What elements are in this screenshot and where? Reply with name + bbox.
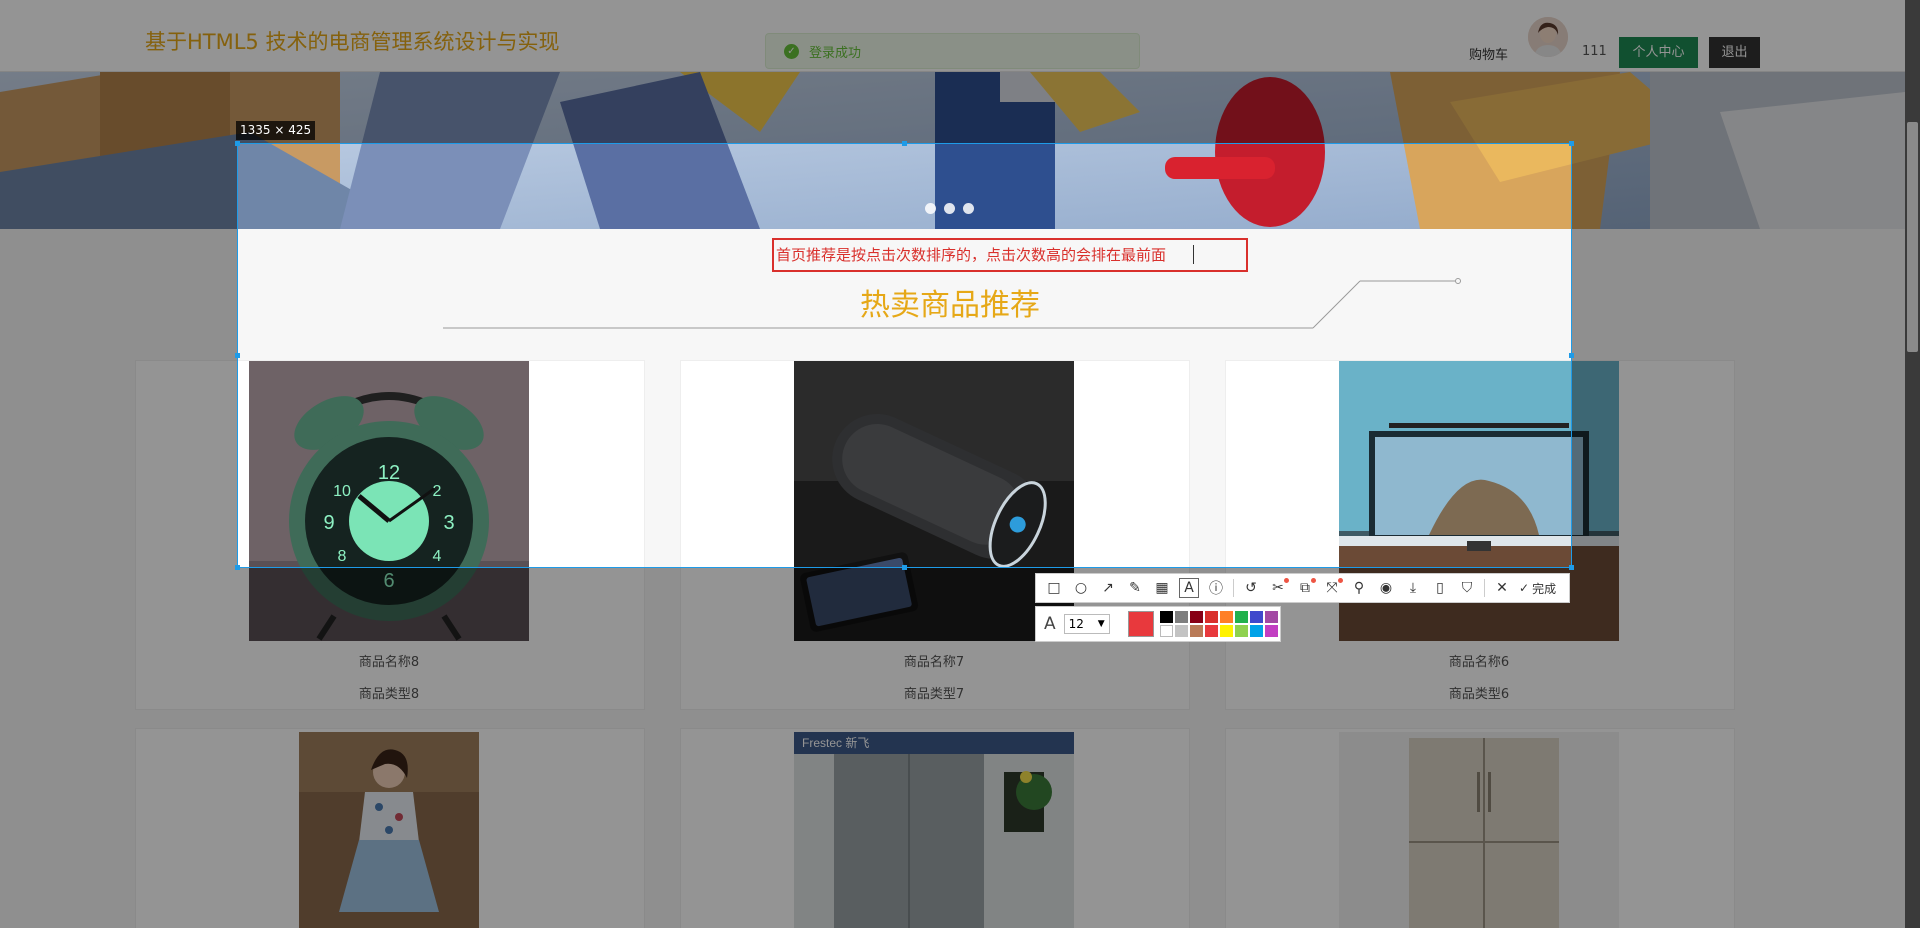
done-button[interactable]: ✓ 完成 <box>1519 580 1556 597</box>
resize-handle[interactable] <box>1569 353 1574 358</box>
color-swatch[interactable] <box>1234 611 1248 623</box>
pencil-icon[interactable]: ✎ <box>1125 578 1145 598</box>
phone-icon[interactable]: ▯ <box>1430 578 1450 598</box>
current-color-swatch[interactable] <box>1127 611 1154 637</box>
download-icon[interactable]: ⤓ <box>1403 578 1423 598</box>
color-swatch[interactable] <box>1264 611 1278 623</box>
text-caret <box>1193 245 1194 264</box>
chevron-down-icon: ▼ <box>1097 619 1105 629</box>
color-swatch[interactable] <box>1159 611 1173 623</box>
close-icon[interactable]: ✕ <box>1492 578 1512 598</box>
pin-icon[interactable]: ⚲ <box>1349 578 1369 598</box>
mosaic-icon[interactable]: ▦ <box>1152 578 1172 598</box>
screenshot-dim-bottom <box>0 568 1920 928</box>
resize-handle[interactable] <box>1569 141 1574 146</box>
screenshot-toolbar: □ ○ ↗ ✎ ▦ A ⓘ ↺ ✂ ⧉ ⤧ ⚲ ◉ ⤓ ▯ ⛉ ✕ ✓ 完成 <box>1035 573 1570 603</box>
color-swatch[interactable] <box>1249 625 1263 637</box>
scrollbar-thumb[interactable] <box>1907 122 1918 352</box>
selection-size-label: 1335 × 425 <box>236 121 316 140</box>
color-swatch[interactable] <box>1189 625 1203 637</box>
font-size-value: 12 <box>1068 617 1084 631</box>
ocr-icon[interactable]: ✂ <box>1268 578 1289 598</box>
page: 基于HTML5 技术的电商管理系统设计与实现 ✓ 登录成功 购物车 111 个人… <box>0 0 1920 928</box>
undo-icon[interactable]: ↺ <box>1241 578 1261 598</box>
resize-handle[interactable] <box>1569 565 1574 570</box>
rectangle-icon[interactable]: □ <box>1044 578 1064 598</box>
color-swatch[interactable] <box>1219 611 1233 623</box>
resize-handle[interactable] <box>902 141 907 146</box>
bookmark-icon[interactable]: ⛉ <box>1457 578 1477 598</box>
resize-handle[interactable] <box>235 141 240 146</box>
ellipse-icon[interactable]: ○ <box>1071 578 1091 598</box>
toolbar-divider <box>1233 579 1234 597</box>
selection-box[interactable] <box>237 143 1572 568</box>
font-size-select[interactable]: 12 ▼ <box>1063 614 1110 634</box>
color-swatch[interactable] <box>1189 611 1203 623</box>
text-style-bar: A 12 ▼ <box>1035 606 1281 642</box>
color-swatch[interactable] <box>1174 611 1188 623</box>
scroll-capture-icon[interactable]: ⤧ <box>1322 578 1343 598</box>
color-swatch[interactable] <box>1159 625 1173 637</box>
color-swatch[interactable] <box>1219 625 1233 637</box>
arrow-icon[interactable]: ↗ <box>1098 578 1118 598</box>
color-palette <box>1159 611 1278 637</box>
record-icon[interactable]: ◉ <box>1376 578 1396 598</box>
resize-handle[interactable] <box>235 353 240 358</box>
screenshot-dim-right <box>1572 143 1920 568</box>
color-swatch[interactable] <box>1234 625 1248 637</box>
color-swatch[interactable] <box>1264 625 1278 637</box>
serial-number-icon[interactable]: ⓘ <box>1206 578 1226 598</box>
toolbar-divider <box>1484 579 1485 597</box>
color-swatch[interactable] <box>1204 611 1218 623</box>
color-swatch[interactable] <box>1174 625 1188 637</box>
color-swatch[interactable] <box>1204 625 1218 637</box>
font-icon: A <box>1044 614 1056 634</box>
screenshot-dim-left <box>0 143 237 568</box>
text-annotation[interactable]: 首页推荐是按点击次数排序的，点击次数高的会排在最前面 <box>776 244 1166 265</box>
done-label: 完成 <box>1532 581 1557 596</box>
color-swatch[interactable] <box>1249 611 1263 623</box>
check-icon: ✓ <box>1519 581 1530 595</box>
resize-handle[interactable] <box>235 565 240 570</box>
text-icon[interactable]: A <box>1179 578 1199 598</box>
translate-icon[interactable]: ⧉ <box>1295 578 1316 598</box>
resize-handle[interactable] <box>902 565 907 570</box>
